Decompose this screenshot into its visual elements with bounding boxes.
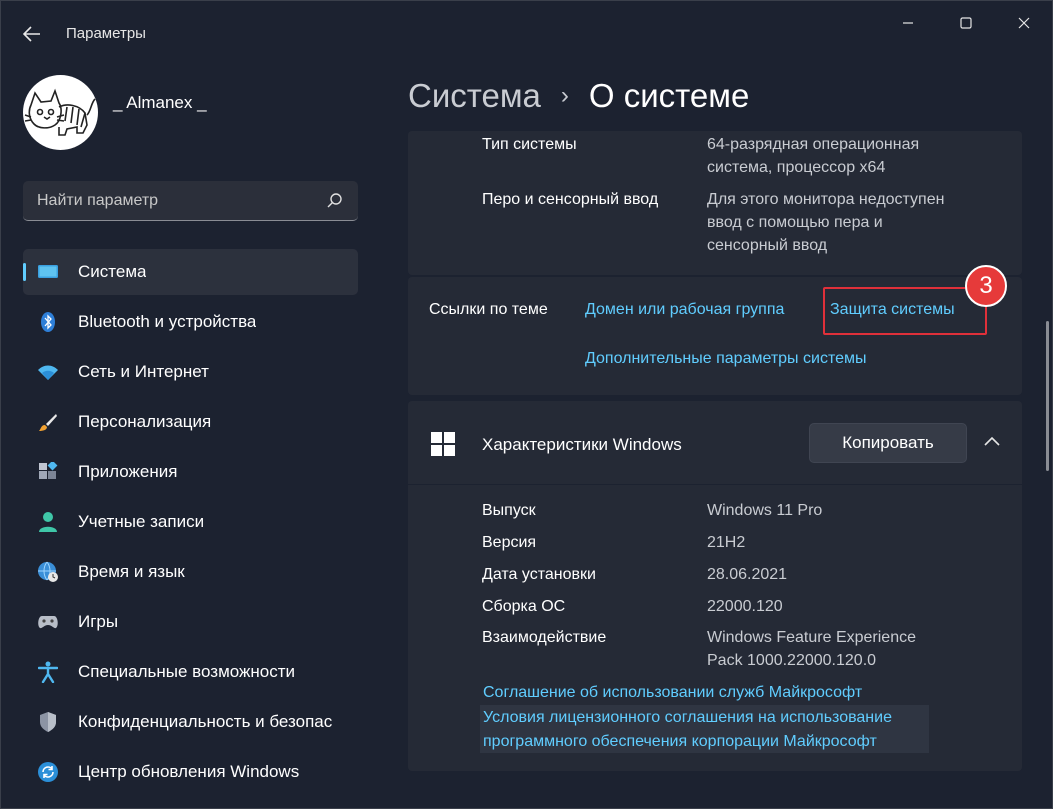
close-button[interactable] <box>1001 9 1047 37</box>
windows-specs-header[interactable]: Характеристики Windows Копировать <box>408 401 1022 485</box>
title-bar: Параметры <box>1 1 1052 67</box>
sidebar-item-time-language[interactable]: Время и язык <box>23 549 358 595</box>
accessibility-icon <box>37 661 59 683</box>
spec-value-edition: Windows 11 Pro <box>707 502 823 519</box>
maximize-button[interactable] <box>943 9 989 37</box>
back-arrow-icon <box>23 26 40 42</box>
apps-icon <box>37 461 59 483</box>
copy-button[interactable]: Копировать <box>809 423 967 463</box>
main-content: Тип системы 64-разрядная операционная си… <box>408 131 1022 808</box>
globe-clock-icon <box>37 561 59 583</box>
sidebar-item-label: Игры <box>78 612 119 631</box>
search-box[interactable] <box>23 181 358 221</box>
spec-label-pen-touch: Перо и сенсорный ввод <box>482 191 659 208</box>
scrollbar-thumb[interactable] <box>1046 321 1049 471</box>
breadcrumb-separator-icon: › <box>560 82 569 109</box>
spec-value-system-type: 64-разрядная операционная система, проце… <box>707 133 919 179</box>
spec-label-edition: Выпуск <box>482 502 536 519</box>
update-icon <box>37 761 59 783</box>
advanced-system-settings-link[interactable]: Дополнительные параметры системы <box>585 350 866 368</box>
system-protection-link[interactable]: Защита системы <box>830 301 955 319</box>
spec-label-os-build: Сборка ОС <box>482 598 566 615</box>
windows-logo-icon <box>431 432 455 456</box>
spec-value-line: 64-разрядная операционная <box>707 136 920 153</box>
domain-workgroup-link[interactable]: Домен или рабочая группа <box>585 301 784 319</box>
license-terms-link[interactable]: Условия лицензионного соглашения на испо… <box>483 709 892 727</box>
services-agreement-link[interactable]: Соглашение об использовании служб Майкро… <box>483 684 862 702</box>
sidebar-item-label: Специальные возможности <box>78 662 296 681</box>
sidebar-item-personalization[interactable]: Персонализация <box>23 399 358 445</box>
spec-label-system-type: Тип системы <box>482 136 577 153</box>
spec-value-line: Pack 1000.22000.120.0 <box>707 652 877 669</box>
sidebar-item-label: Система <box>78 262 147 281</box>
spec-value-experience: Windows Feature Experience Pack 1000.220… <box>707 626 916 672</box>
cat-drawing-icon <box>24 88 96 136</box>
windows-specs-title: Характеристики Windows <box>482 435 682 454</box>
spec-value-line: сенсорный ввод <box>707 237 828 254</box>
brush-icon <box>37 411 59 433</box>
spec-label-experience: Взаимодействие <box>482 629 607 646</box>
search-icon[interactable] <box>326 191 344 209</box>
sidebar-item-label: Время и язык <box>78 562 185 581</box>
spec-value-version: 21H2 <box>707 534 746 551</box>
spec-value-line: система, процессор x64 <box>707 159 886 176</box>
breadcrumb: Система › О системе <box>408 77 749 115</box>
page-title: О системе <box>588 77 750 114</box>
sidebar-item-label: Bluetooth и устройства <box>78 312 257 331</box>
minimize-button[interactable] <box>885 9 931 37</box>
spec-value-pen-touch: Для этого монитора недоступен ввод с пом… <box>707 188 944 257</box>
search-input[interactable] <box>37 191 317 210</box>
settings-window: Параметры _ Almanex _ Найти параметр Сис… <box>0 0 1053 809</box>
sidebar-item-gaming[interactable]: Игры <box>23 599 358 645</box>
user-name: _ Almanex _ <box>113 93 207 112</box>
close-icon <box>1018 17 1030 29</box>
sidebar-item-label: Центр обновления Windows <box>78 762 300 781</box>
sidebar-item-accounts[interactable]: Учетные записи <box>23 499 358 545</box>
step-badge: 3 <box>965 265 1007 307</box>
sidebar-item-label: Сеть и Интернет <box>78 362 209 381</box>
gamepad-icon <box>37 611 59 633</box>
sidebar-item-label: Персонализация <box>78 412 212 431</box>
sidebar-item-label: Приложения <box>78 462 178 481</box>
sidebar-item-system[interactable]: Система <box>23 249 358 295</box>
bluetooth-icon <box>37 311 59 333</box>
sidebar-item-label: Конфиденциальность и безопас <box>78 712 333 731</box>
minimize-icon <box>903 22 913 24</box>
sidebar-item-label: Учетные записи <box>78 512 205 531</box>
spec-value-os-build: 22000.120 <box>707 598 783 615</box>
sidebar-item-windows-update[interactable]: Центр обновления Windows <box>23 749 358 795</box>
spec-value-line: ввод с помощью пера и <box>707 214 883 231</box>
spec-label-install-date: Дата установки <box>482 566 596 583</box>
chevron-up-icon[interactable] <box>983 433 1001 451</box>
sidebar-item-network[interactable]: Сеть и Интернет <box>23 349 358 395</box>
sidebar-nav: Система Bluetooth и устройства Сеть и Ин… <box>23 249 358 799</box>
device-specs-card: Тип системы 64-разрядная операционная си… <box>408 131 1022 275</box>
spec-value-install-date: 28.06.2021 <box>707 566 788 583</box>
related-links-label: Ссылки по теме <box>429 301 548 318</box>
license-terms-link-line2[interactable]: программного обеспечения корпорации Майк… <box>483 733 877 751</box>
sidebar-item-privacy[interactable]: Конфиденциальность и безопас <box>23 699 358 745</box>
spec-value-line: Для этого монитора недоступен <box>707 191 945 208</box>
spec-label-version: Версия <box>482 534 537 551</box>
breadcrumb-parent[interactable]: Система <box>408 77 541 115</box>
spec-value-line: Windows Feature Experience <box>707 629 916 646</box>
wifi-icon <box>37 361 59 383</box>
sidebar: _ Almanex _ Система Bluetooth и устройст… <box>1 67 376 808</box>
system-icon <box>37 261 59 283</box>
avatar[interactable] <box>23 75 98 150</box>
back-button[interactable] <box>15 17 49 51</box>
maximize-icon <box>960 17 972 29</box>
account-icon <box>37 511 59 533</box>
sidebar-item-bluetooth[interactable]: Bluetooth и устройства <box>23 299 358 345</box>
sidebar-item-apps[interactable]: Приложения <box>23 449 358 495</box>
sidebar-item-accessibility[interactable]: Специальные возможности <box>23 649 358 695</box>
app-title: Параметры <box>66 25 146 42</box>
shield-icon <box>37 711 59 733</box>
